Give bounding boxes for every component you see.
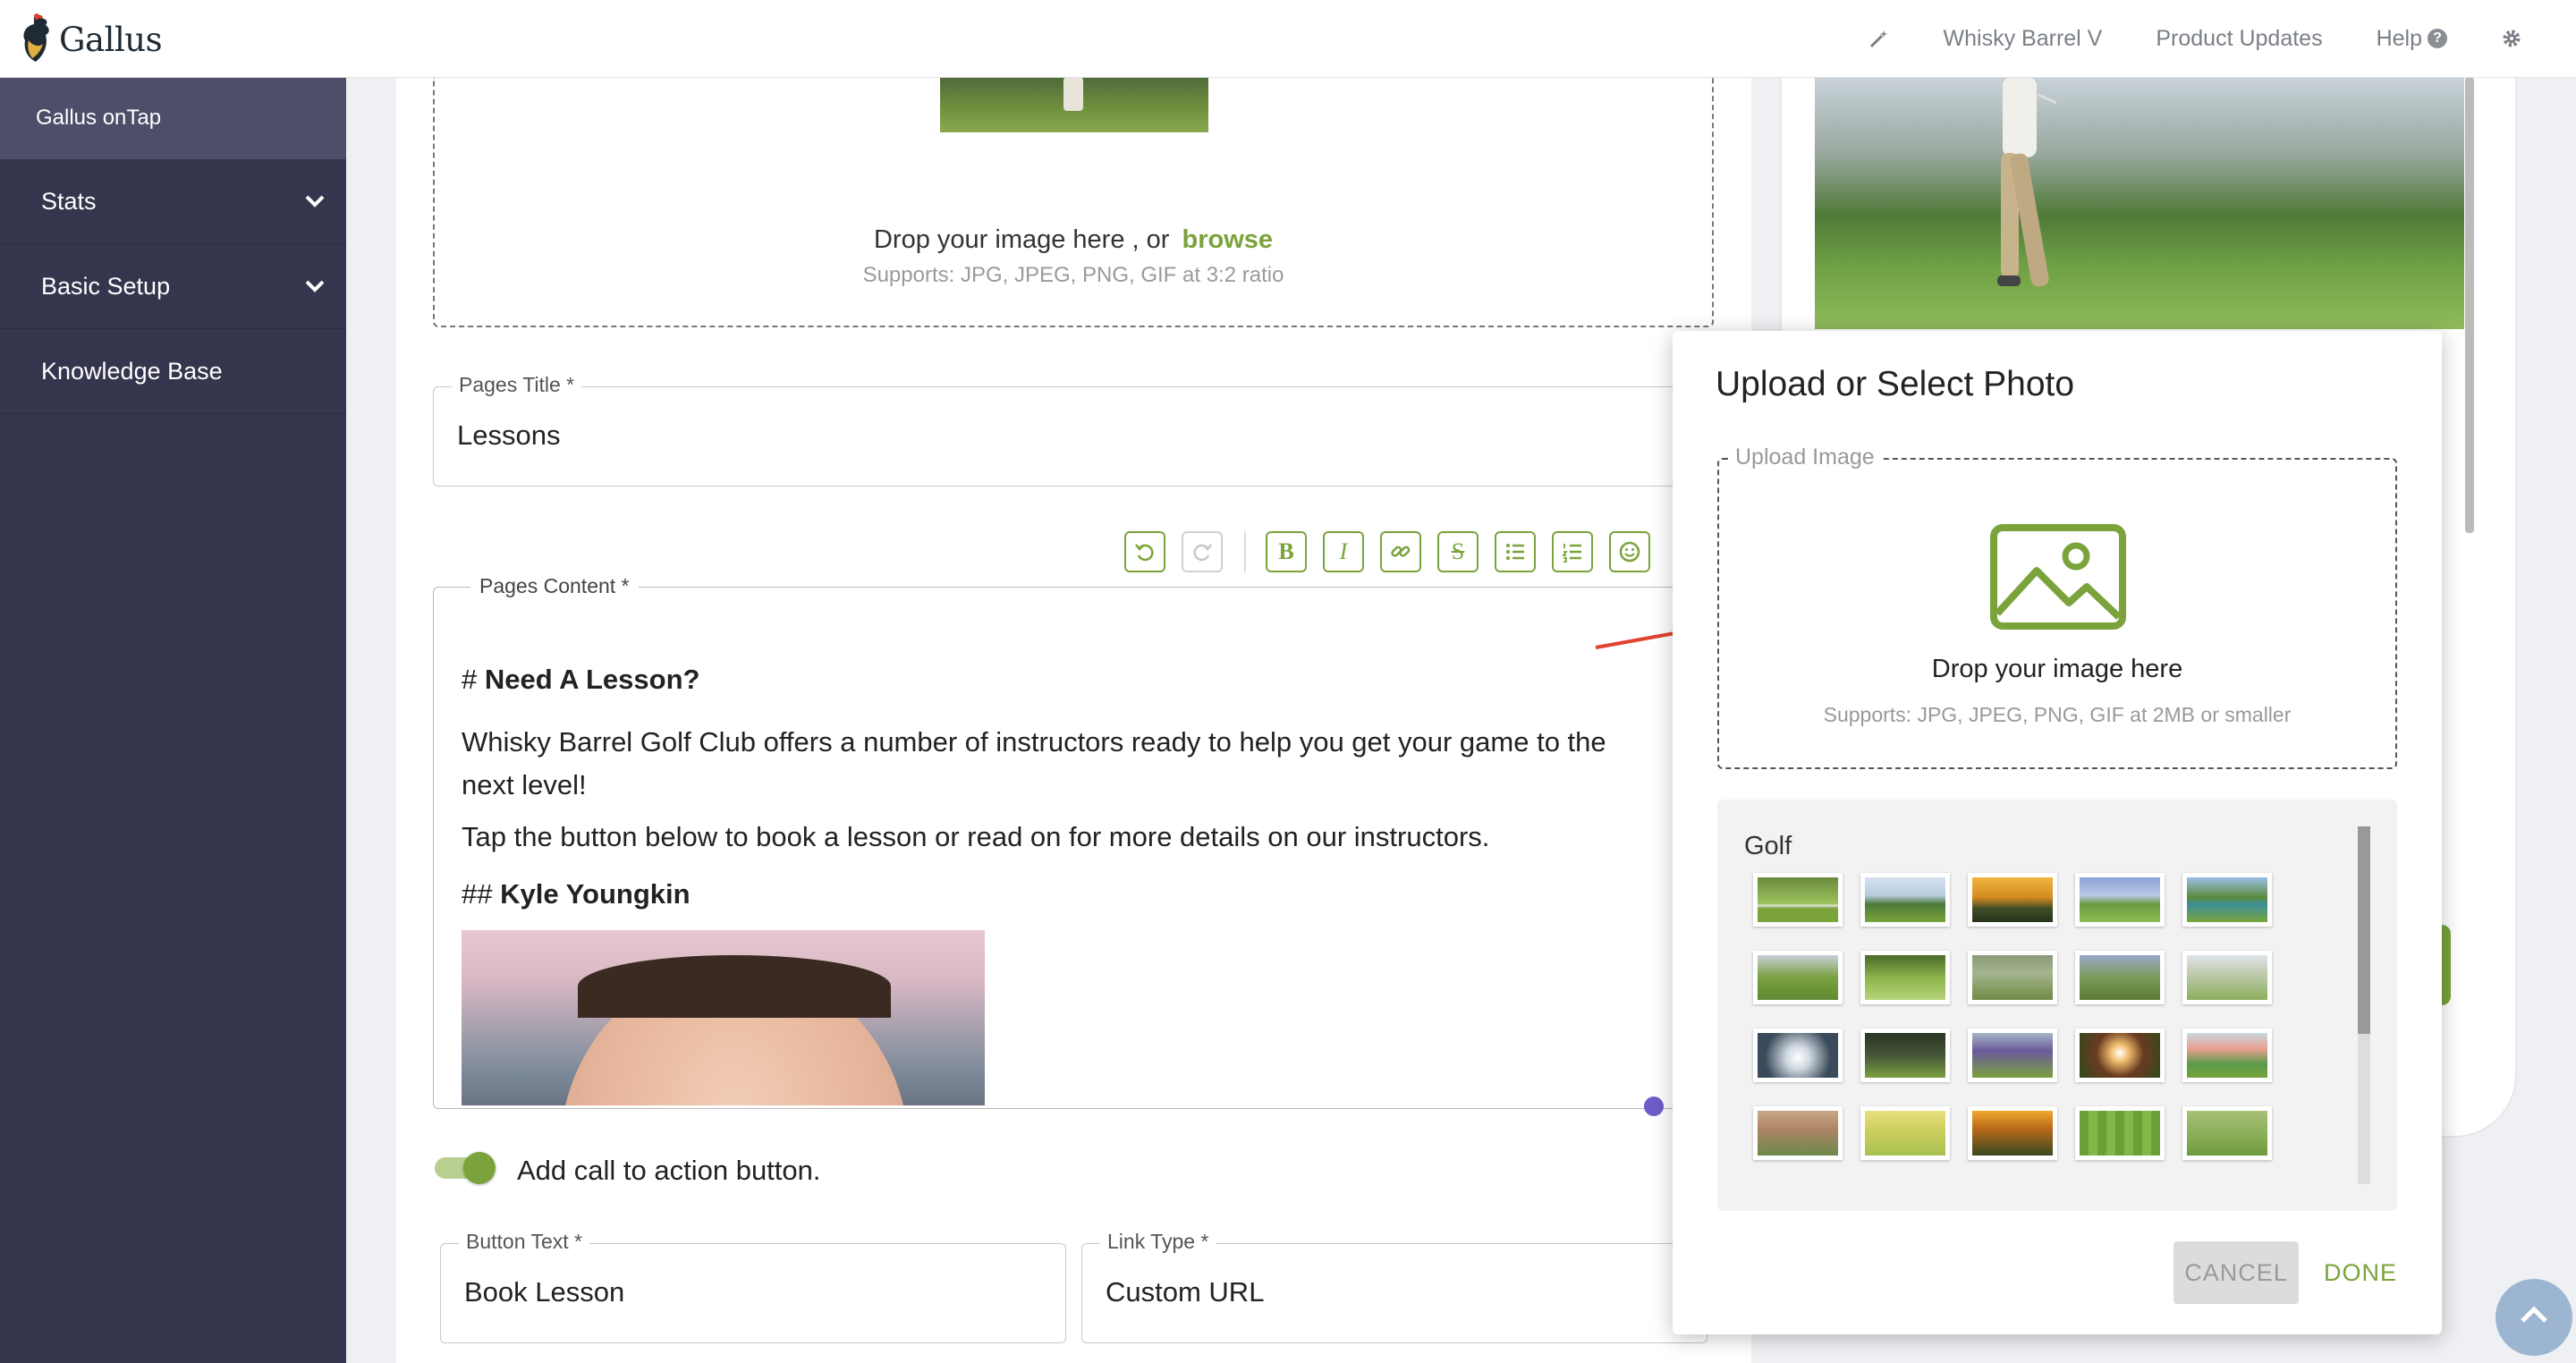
image-dropzone[interactable] bbox=[433, 77, 1714, 327]
link-type-label: Link Type * bbox=[1100, 1230, 1216, 1254]
gallery-thumbnail[interactable] bbox=[1968, 951, 2057, 1004]
heading-prefix: # bbox=[462, 664, 478, 695]
numbered-list-icon[interactable] bbox=[1552, 531, 1593, 572]
gallery-thumbnail[interactable] bbox=[2182, 873, 2272, 927]
bullet-list-icon[interactable] bbox=[1495, 531, 1536, 572]
chevron-up-icon bbox=[2521, 1306, 2547, 1323]
upload-image-label: Upload Image bbox=[1730, 444, 1880, 470]
chevron-down-icon bbox=[305, 195, 325, 207]
heading-text: Need A Lesson? bbox=[484, 664, 700, 695]
pages-title-input[interactable]: Lessons bbox=[457, 419, 560, 452]
link-icon[interactable] bbox=[1380, 531, 1421, 572]
cta-toggle-label: Add call to action button. bbox=[517, 1155, 821, 1186]
image-icon bbox=[1990, 524, 2126, 630]
gallery-thumbnail[interactable] bbox=[1753, 951, 1843, 1004]
gallery-thumbnail[interactable] bbox=[2075, 951, 2165, 1004]
strikethrough-icon[interactable]: S bbox=[1437, 531, 1479, 572]
wand-icon[interactable] bbox=[1868, 28, 1890, 49]
button-text-label: Button Text * bbox=[459, 1230, 589, 1254]
nav-product-updates[interactable]: Product Updates bbox=[2156, 26, 2322, 52]
sidebar-item-label: Knowledge Base bbox=[41, 358, 223, 385]
gallery-category-title: Golf bbox=[1744, 832, 1792, 860]
cancel-button[interactable]: CANCEL bbox=[2174, 1241, 2299, 1304]
gallery-thumbnail[interactable] bbox=[1860, 873, 1950, 927]
gallery-thumbnail[interactable] bbox=[1968, 1029, 2057, 1082]
content-heading-1: # Need A Lesson? bbox=[462, 664, 699, 696]
preview-header-image bbox=[1815, 77, 2464, 329]
gallery-thumbnail[interactable] bbox=[1968, 873, 2057, 927]
pages-title-field[interactable]: Pages Title * Lessons bbox=[433, 373, 1714, 487]
dropzone-text: Drop your image here , or browse bbox=[433, 225, 1714, 255]
gallery-thumbnail[interactable] bbox=[2182, 951, 2272, 1004]
gallery-thumbnail[interactable] bbox=[2075, 1106, 2165, 1160]
gallery-thumbnail[interactable] bbox=[1860, 951, 1950, 1004]
modal-title: Upload or Select Photo bbox=[1716, 365, 2075, 403]
gallery-thumbnail[interactable] bbox=[1860, 1029, 1950, 1082]
dropzone-prompt: Drop your image here , or bbox=[873, 225, 1170, 254]
editor-toolbar: B I S bbox=[1124, 529, 1666, 574]
sidebar: Gallus onTap Stats Basic Setup Knowledge… bbox=[0, 77, 346, 1363]
gallus-logo[interactable]: Gallus bbox=[16, 13, 163, 66]
nav-whisky-barrel[interactable]: Whisky Barrel V bbox=[1944, 26, 2103, 52]
top-nav: Whisky Barrel V Product Updates Help ? bbox=[1868, 0, 2576, 77]
instructor-photo bbox=[462, 930, 985, 1105]
link-type-select[interactable]: Link Type * Custom URL bbox=[1081, 1230, 1707, 1343]
gallery-thumbnail[interactable] bbox=[1968, 1106, 2057, 1160]
upload-drop-text: Drop your image here bbox=[1931, 655, 2183, 683]
paragraph-line: next level! bbox=[462, 769, 587, 800]
rooster-icon bbox=[23, 13, 49, 62]
sidebar-item-knowledge-base[interactable]: Knowledge Base bbox=[0, 329, 346, 414]
bold-icon[interactable]: B bbox=[1266, 531, 1307, 572]
gallery-thumbnail[interactable] bbox=[1753, 873, 1843, 927]
button-text-input[interactable]: Book Lesson bbox=[464, 1276, 624, 1308]
help-icon: ? bbox=[2428, 29, 2447, 48]
top-bar: Gallus Whisky Barrel V Product Updates H… bbox=[0, 0, 2576, 78]
gallery-thumbnail[interactable] bbox=[1860, 1106, 1950, 1160]
logo-text: Gallus bbox=[59, 20, 163, 59]
content-paragraph-2: Tap the button below to book a lesson or… bbox=[462, 821, 1490, 852]
button-text-field[interactable]: Button Text * Book Lesson bbox=[440, 1230, 1066, 1343]
sidebar-header[interactable]: Gallus onTap bbox=[0, 77, 346, 159]
toolbar-divider bbox=[1244, 531, 1246, 572]
gallery-thumbnail[interactable] bbox=[2075, 1029, 2165, 1082]
upload-dropzone[interactable]: Upload Image Drop your image here Suppor… bbox=[1717, 444, 2397, 769]
upload-photo-modal: Upload or Select Photo Upload Image Drop… bbox=[1673, 331, 2442, 1334]
sidebar-item-basic-setup[interactable]: Basic Setup bbox=[0, 244, 346, 329]
sidebar-item-label: Stats bbox=[41, 188, 97, 215]
photo-gallery: Golf bbox=[1717, 800, 2397, 1211]
pages-title-label: Pages Title * bbox=[452, 373, 582, 397]
done-button[interactable]: DONE bbox=[2320, 1241, 2401, 1304]
chevron-down-icon bbox=[305, 280, 325, 292]
preview-scrollbar[interactable] bbox=[2465, 77, 2474, 533]
gallery-thumbnail[interactable] bbox=[1753, 1029, 1843, 1082]
gallery-thumbnails bbox=[1753, 873, 2290, 1160]
paragraph-line: Whisky Barrel Golf Club offers a number … bbox=[462, 726, 1606, 758]
heading-text: Kyle Youngkin bbox=[500, 878, 691, 910]
gallery-thumbnail[interactable] bbox=[2182, 1029, 2272, 1082]
dropzone-supports: Supports: JPG, JPEG, PNG, GIF at 3:2 rat… bbox=[862, 263, 1284, 287]
undo-icon[interactable] bbox=[1124, 531, 1165, 572]
editor-badge-icon bbox=[1644, 1096, 1664, 1116]
emoji-icon[interactable] bbox=[1609, 531, 1650, 572]
nav-help-label: Help bbox=[2376, 25, 2422, 51]
cta-toggle[interactable] bbox=[435, 1152, 497, 1184]
gear-icon[interactable] bbox=[2501, 28, 2522, 49]
gallery-thumbnail[interactable] bbox=[1753, 1106, 1843, 1160]
upload-supports: Supports: JPG, JPEG, PNG, GIF at 2MB or … bbox=[1823, 703, 2292, 726]
link-type-value: Custom URL bbox=[1106, 1276, 1265, 1308]
browse-link[interactable]: browse bbox=[1182, 225, 1273, 254]
italic-icon[interactable]: I bbox=[1323, 531, 1364, 572]
gallery-scrollbar[interactable] bbox=[2358, 826, 2370, 1184]
sidebar-item-label: Basic Setup bbox=[41, 273, 171, 300]
content-heading-2: ## Kyle Youngkin bbox=[462, 878, 691, 910]
gallery-thumbnail[interactable] bbox=[2075, 873, 2165, 927]
redo-icon[interactable] bbox=[1182, 531, 1223, 572]
gallery-thumbnail[interactable] bbox=[2182, 1106, 2272, 1160]
content-paragraph-1: Whisky Barrel Golf Club offers a number … bbox=[462, 721, 1606, 807]
scroll-top-button[interactable] bbox=[2496, 1279, 2572, 1356]
pages-content-label: Pages Content * bbox=[470, 574, 639, 598]
heading-prefix: ## bbox=[462, 878, 493, 910]
sidebar-item-stats[interactable]: Stats bbox=[0, 159, 346, 244]
nav-help[interactable]: Help ? bbox=[2377, 26, 2447, 52]
